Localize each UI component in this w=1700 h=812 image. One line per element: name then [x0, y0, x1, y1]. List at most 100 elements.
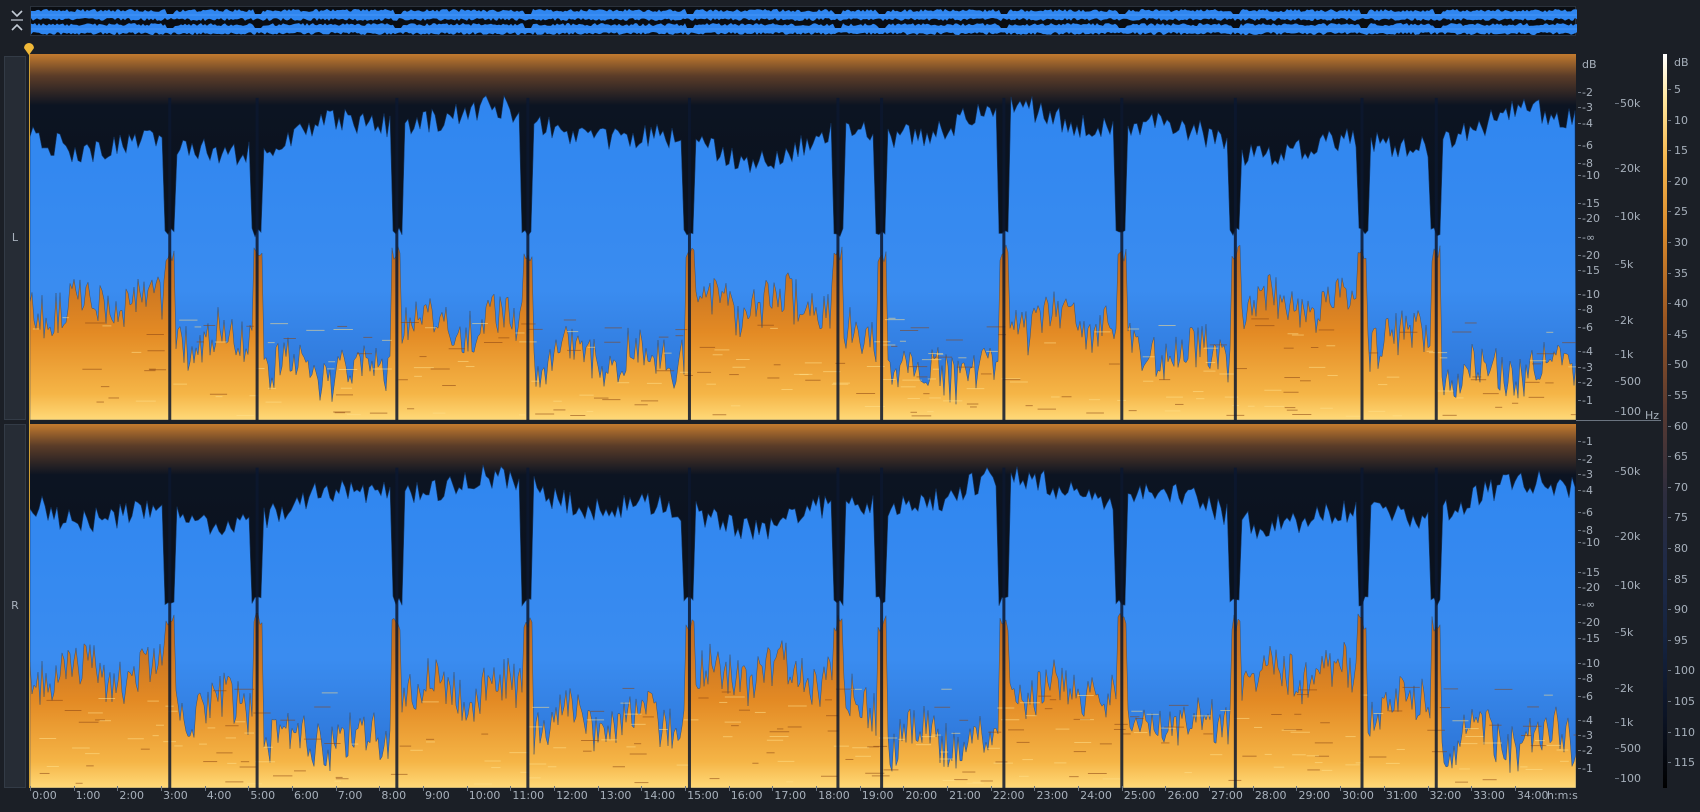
time-unit-label: h:m:s — [1547, 789, 1578, 802]
scale-tick — [1578, 327, 1581, 328]
time-tick — [30, 786, 31, 791]
chevrons-collapse-icon[interactable] — [6, 6, 28, 36]
colorbar-tick — [1668, 639, 1671, 641]
scale-tick — [1615, 354, 1619, 355]
spectrogram-left[interactable] — [30, 54, 1576, 420]
time-label: 26:00 — [1167, 789, 1200, 802]
scale-tick — [1615, 103, 1619, 104]
scale-tick — [1615, 585, 1619, 586]
scale-tick — [1578, 735, 1581, 736]
scale-tick — [1578, 163, 1581, 164]
time-tick — [1383, 786, 1385, 791]
scale-tick — [1578, 622, 1581, 623]
colorbar-tick — [1668, 548, 1671, 549]
colorbar-label: 60 — [1674, 419, 1688, 433]
time-tick — [379, 786, 381, 791]
amp-label: -10 — [1582, 288, 1600, 301]
scale-tick — [1578, 92, 1581, 93]
colorbar-label: 10 — [1674, 113, 1688, 127]
colorbar-tick — [1668, 578, 1671, 580]
amp-label: -15 — [1582, 566, 1600, 579]
time-tick — [1078, 786, 1080, 791]
time-label: 21:00 — [949, 789, 981, 802]
time-tick — [903, 786, 905, 791]
amp-label: -4 — [1582, 714, 1593, 727]
scale-tick — [1615, 778, 1619, 779]
scale-tick — [1578, 367, 1581, 368]
scale-tick — [1578, 294, 1581, 295]
amp-label: -3 — [1582, 468, 1593, 481]
amp-label: -2 — [1582, 744, 1593, 757]
colorbar-label: 50 — [1674, 358, 1688, 372]
waveform-overview[interactable] — [30, 6, 1577, 36]
pane-separator — [1576, 420, 1661, 421]
colorbar-tick — [1668, 150, 1671, 152]
scale-tick — [1615, 320, 1619, 321]
time-tick — [510, 786, 512, 791]
time-ruler[interactable]: 0:00 1:00 2:00 3:00 4:00 5:00 6:00 7:00 8:00 9:00… — [30, 786, 1576, 806]
time-tick — [1034, 786, 1036, 791]
time-label: 30:00 — [1342, 789, 1374, 802]
time-tick — [554, 786, 556, 791]
amp-label: -8 — [1582, 672, 1593, 685]
colorbar-tick — [1668, 272, 1671, 274]
time-tick — [73, 786, 75, 791]
time-tick — [641, 786, 643, 791]
colorbar-label: 65 — [1674, 450, 1688, 464]
time-label: 34:00 — [1516, 789, 1549, 802]
scale-tick — [1615, 748, 1619, 749]
amp-label: -1 — [1582, 435, 1593, 448]
colorbar-tick — [1668, 395, 1671, 396]
amp-label: -1 — [1582, 762, 1593, 775]
time-tick — [728, 786, 730, 791]
time-tick — [947, 786, 949, 791]
amp-label: -2 — [1582, 376, 1593, 389]
scale-tick — [1615, 471, 1619, 472]
scale-tick — [1578, 237, 1581, 238]
spectrogram-right[interactable] — [30, 424, 1576, 788]
colorbar-label: 35 — [1674, 266, 1688, 280]
freq-label: 100 — [1620, 772, 1641, 785]
time-label: 31:00 — [1385, 789, 1418, 802]
amp-label: -20 — [1582, 212, 1600, 225]
time-label: 15:00 — [687, 789, 719, 802]
scale-tick — [1615, 381, 1619, 382]
colorbar-tick — [1668, 211, 1671, 213]
scale-tick — [1578, 720, 1581, 721]
amp-label: -6 — [1582, 506, 1593, 519]
channel-left-header[interactable]: L — [4, 56, 26, 420]
dB-colorbar — [1663, 54, 1667, 788]
time-label: 3:00 — [163, 789, 188, 802]
spectrogram-right-canvas — [30, 424, 1576, 788]
time-label: 28:00 — [1254, 789, 1287, 802]
time-tick — [1427, 786, 1429, 791]
colorbar-tick — [1668, 517, 1671, 519]
playhead-marker-icon[interactable] — [22, 41, 36, 55]
time-label: 25:00 — [1123, 789, 1156, 802]
time-tick — [1471, 786, 1473, 791]
channel-right-header[interactable]: R — [4, 424, 26, 788]
scale-tick — [1578, 530, 1581, 531]
channel-left-label: L — [11, 231, 19, 244]
time-label: 29:00 — [1298, 789, 1331, 802]
time-tick — [423, 786, 425, 791]
colorbar-label: 80 — [1674, 542, 1688, 555]
colorbar-tick — [1668, 89, 1671, 90]
amp-label: -4 — [1582, 484, 1593, 497]
time-tick — [1514, 786, 1516, 791]
time-tick — [1209, 786, 1211, 791]
freq-label: 1k — [1620, 716, 1634, 729]
freq-label: 50k — [1620, 465, 1641, 478]
playhead-line — [29, 54, 30, 788]
time-tick — [204, 786, 206, 791]
colorbar-tick — [1668, 609, 1671, 611]
freq-label: 20k — [1620, 162, 1641, 175]
amp-label: -∞ — [1582, 598, 1596, 611]
colorbar-unit-label: dB — [1674, 56, 1689, 69]
time-label: 32:00 — [1429, 789, 1462, 802]
scale-tick — [1578, 175, 1581, 176]
amp-label: -20 — [1582, 249, 1600, 262]
scale-tick — [1578, 604, 1581, 605]
time-label: 9:00 — [425, 789, 450, 802]
amp-label: -∞ — [1582, 231, 1596, 244]
